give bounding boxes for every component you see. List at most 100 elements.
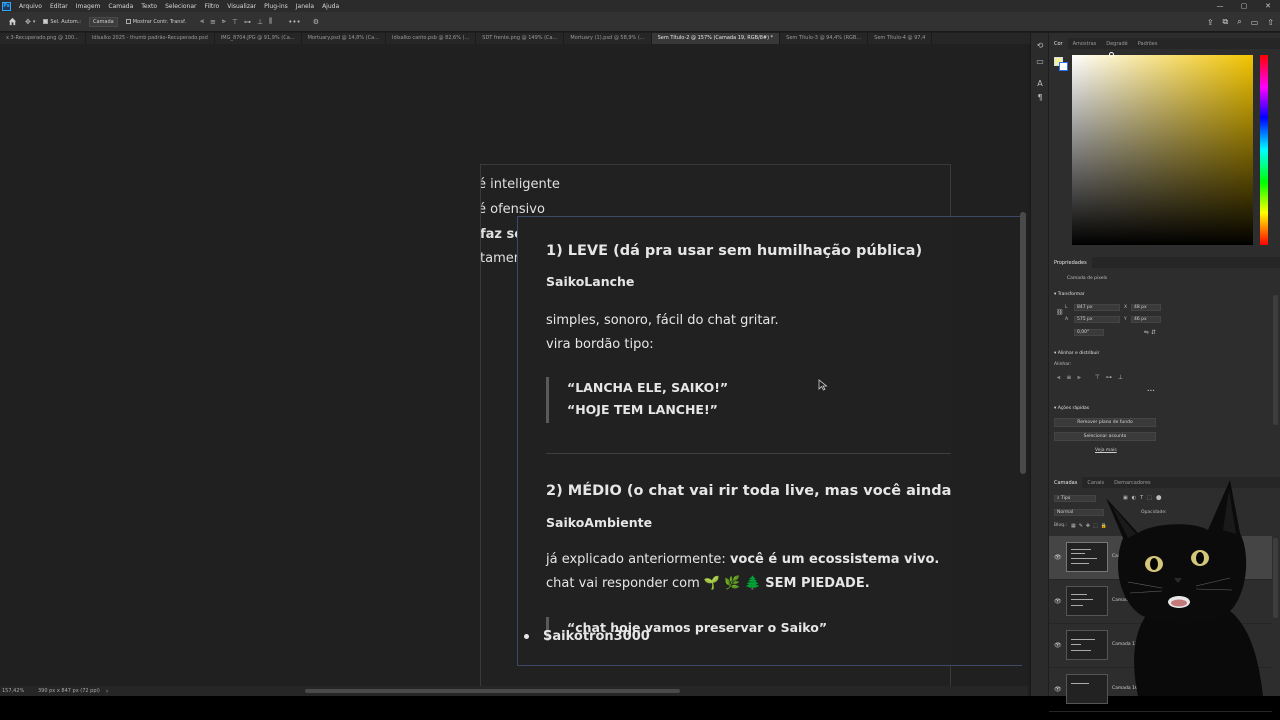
quote-bar [546,377,549,423]
color-picker-marker[interactable] [1109,52,1114,57]
options-bar: ✥ ▾ Sel. Autom.: Camada Mostrar Contr. T… [0,12,1280,32]
move-tool-button[interactable]: ✥ ▾ [25,18,35,26]
vertical-scrollbar[interactable] [1020,212,1026,474]
height-field[interactable]: 575 px [1074,316,1120,323]
more-icon[interactable]: ••• [1147,389,1155,394]
quick-actions-title[interactable]: ▾ Ações rápidas [1054,406,1089,411]
menu-janela[interactable]: Janela [292,3,318,10]
upload-icon[interactable]: ⇧ [1267,18,1274,27]
close-button[interactable]: ✕ [1256,0,1280,12]
color-picker-field[interactable] [1072,52,1253,245]
align-bottom-icon[interactable]: ⊥ [257,18,263,26]
document-tab[interactable]: IMG_8704.JPG @ 91,9% (Ca... [215,33,302,44]
properties-scrollbar[interactable] [1273,295,1278,425]
color-panel-tabs: Cor Amostras Degradê Padrões [1049,38,1280,49]
background-color-swatch[interactable] [1059,62,1068,71]
align-center-icon[interactable]: ≡ [210,18,216,26]
document-tab[interactable]: Sem Título-4 @ 97,4 [868,33,933,44]
link-icon[interactable]: ⛓ [1056,309,1064,316]
horizontal-scrollbar[interactable] [305,689,680,693]
menu-imagem[interactable]: Imagem [72,3,105,10]
bullet-text: Saikotron3000 [543,629,650,644]
layer-filter-dropdown[interactable]: ⌕ Tipo [1054,495,1096,502]
zoom-level[interactable]: 157,42% [2,688,32,694]
tab-amostras[interactable]: Amostras [1068,38,1102,49]
transform-section-title[interactable]: ▾ Transformar [1054,292,1085,297]
chevron-right-icon[interactable]: › [106,688,108,695]
y-label: Y [1124,317,1127,322]
tab-camadas[interactable]: Camadas [1049,477,1083,488]
flip-icon[interactable]: ⇋ ⇵ [1144,329,1156,336]
distribute-icon[interactable]: ⫼ [269,17,272,26]
history-icon[interactable]: ⟲ [1035,41,1045,51]
name-suggestion: SaikoAmbiente [546,515,653,530]
x-field[interactable]: 48 px [1131,304,1161,311]
arrange-icon[interactable]: ⧉ [1223,17,1229,27]
menu-visualizar[interactable]: Visualizar [223,3,260,10]
bullet-dot [524,634,529,639]
blend-mode-dropdown[interactable]: Normal [1054,509,1104,516]
align-right-icon[interactable]: ⫸ [222,17,226,26]
menu-filtro[interactable]: Filtro [201,3,224,10]
share-icon[interactable]: ⇪ [1207,18,1214,27]
document-tab[interactable]: SDT frente.png @ 149% (Ca... [476,33,565,44]
document-tab[interactable]: Idisalko 2025 - thumb padrão-Recuperado.… [86,33,215,44]
select-subject-button[interactable]: Selecionar assunto [1054,432,1156,441]
menu-texto[interactable]: Texto [137,3,161,10]
menu-selecionar[interactable]: Selecionar [161,3,200,10]
menu-editar[interactable]: Editar [46,3,72,10]
angle-field[interactable]: 0,00° [1074,329,1104,336]
auto-select-dropdown[interactable]: Camada [88,16,118,27]
width-field[interactable]: 847 px [1074,304,1120,311]
divider [546,453,951,454]
align-middle-icon[interactable]: ⊶ [244,18,251,26]
align-left-icon[interactable]: ⫷ [200,17,204,26]
menu-camada[interactable]: Camada [104,3,137,10]
document-tab[interactable]: Sem Título-3 @ 94,4% (RGB... [780,33,869,44]
document-tab[interactable]: Idisalko canto.psb @ 82,6% (... [386,33,477,44]
tab-cor[interactable]: Cor [1049,38,1068,49]
hue-slider[interactable] [1260,55,1268,245]
eye-icon[interactable]: 👁 [1054,598,1062,605]
comment-icon[interactable]: ▭ [1035,57,1045,67]
auto-select-checkbox[interactable]: Sel. Autom.: [43,19,81,25]
eye-icon[interactable]: 👁 [1054,686,1062,693]
width-label: L [1065,305,1068,310]
eye-icon[interactable]: 👁 [1054,554,1062,561]
remove-background-button[interactable]: Remover plano de fundo [1054,418,1156,427]
webcam-cat-overlay [1106,480,1263,696]
align-icons-row[interactable]: ⫷≡⫸ ⊤⊶⊥ [1057,374,1129,382]
paragraph-icon[interactable]: ¶ [1035,93,1045,103]
document-tab[interactable]: Mortuary.psd @ 14,8% (Ca... [302,33,386,44]
show-transform-checkbox[interactable]: Mostrar Contr. Transf. [125,19,186,25]
minimize-button[interactable]: — [1208,0,1232,12]
panel-icon-strip: ⟲ ▭ A ¶ [1030,33,1048,696]
workspace-icon[interactable]: ▭ [1251,18,1259,27]
body-text-bold: SEM PIEDADE. [760,576,870,591]
home-button[interactable] [8,17,17,26]
character-icon[interactable]: A [1035,79,1045,89]
checkbox-icon [125,19,131,24]
search-icon[interactable]: ⌕ [1237,17,1241,27]
document-tab[interactable]: Mortuary (1).psd @ 58,9% (... [564,33,652,44]
document-tab-active[interactable]: Sem Título-2 @ 157% (Camada 19, RGB/8#) … [651,33,781,44]
maximize-button[interactable]: ▢ [1232,0,1256,12]
see-more-link[interactable]: Veja mais [1095,448,1117,453]
height-label: A [1065,317,1069,322]
properties-title[interactable]: Propriedades [1049,257,1092,268]
x-label: X [1124,305,1128,310]
tab-degrade[interactable]: Degradê [1101,38,1132,49]
eye-icon[interactable]: 👁 [1054,642,1062,649]
document-tab[interactable]: x 3-Recuperado.png @ 100... [0,33,86,44]
align-title: Alinhar e distribuir [1057,351,1100,356]
align-section-title[interactable]: ▾ Alinhar e distribuir [1054,351,1099,356]
more-options-icon[interactable]: ••• [288,18,300,26]
menu-ajuda[interactable]: Ajuda [318,3,343,10]
y-field[interactable]: 46 px [1131,316,1161,323]
align-top-icon[interactable]: ⊤ [232,18,238,26]
canvas-workspace[interactable]: é inteligente é ofensivo faz ser tamen 1… [0,44,1028,686]
gear-icon[interactable]: ⚙ [313,18,319,26]
tab-padroes[interactable]: Padrões [1133,38,1163,49]
menu-plugins[interactable]: Plug-ins [260,3,292,10]
menu-arquivo[interactable]: Arquivo [15,3,46,10]
